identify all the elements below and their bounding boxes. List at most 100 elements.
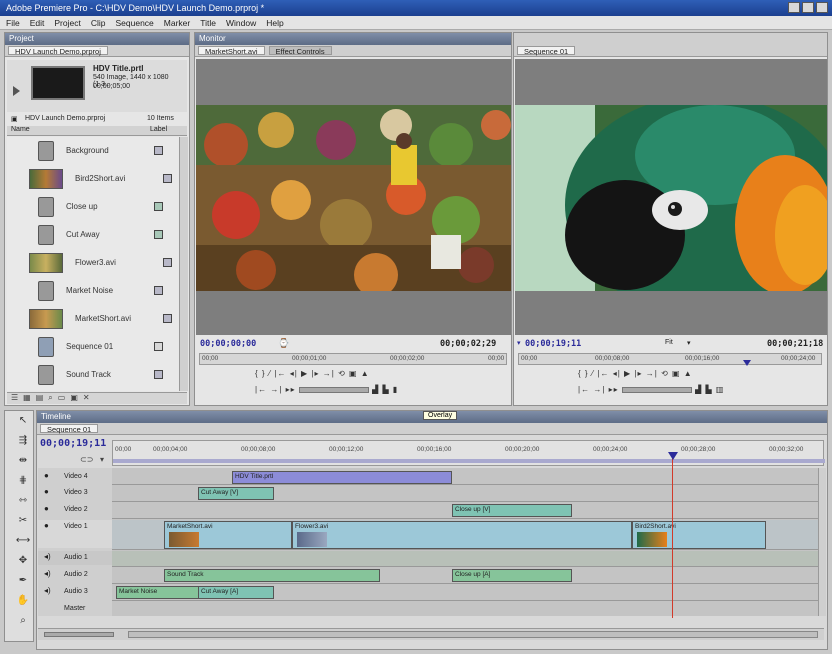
find-icon[interactable]: ⌕ — [48, 393, 57, 402]
output-icon[interactable]: ▲ — [361, 369, 370, 378]
overlay-icon[interactable]: ▙ — [383, 385, 390, 394]
toggle-audio-icon[interactable]: ▮ — [393, 385, 398, 394]
program-current-timecode[interactable]: 00;00;19;11 — [525, 339, 581, 349]
list-item[interactable]: Sequence 01 — [7, 333, 175, 360]
menu-help[interactable]: Help — [266, 18, 283, 28]
list-item[interactable]: Market Noise — [7, 277, 175, 304]
set-marker-icon[interactable]: ▾ — [100, 455, 104, 464]
timeline-clip[interactable]: Bird2Short.avi — [632, 521, 766, 549]
tab-project-file[interactable]: HDV Launch Demo.prproj — [8, 46, 108, 56]
set-in-icon[interactable]: { — [255, 369, 259, 378]
chevron-down-icon[interactable]: ▾ — [687, 339, 691, 347]
timeline-clip[interactable]: Close up [A] — [452, 569, 572, 582]
go-to-prev-edit-icon[interactable]: |← — [578, 385, 590, 394]
timeline-clip[interactable]: Market Noise — [116, 586, 200, 599]
go-to-in-icon[interactable]: |← — [274, 369, 286, 378]
track-lane-video-4[interactable] — [112, 470, 824, 485]
set-marker-icon[interactable]: ⁄ — [592, 369, 594, 378]
automate-icon[interactable]: ▤ — [36, 393, 49, 402]
extract-icon[interactable]: ▙ — [706, 385, 713, 394]
menu-edit[interactable]: Edit — [30, 18, 45, 28]
timeline-clip[interactable]: Close up [V] — [452, 504, 572, 517]
timeline-clip[interactable]: MarketShort.avi — [164, 521, 292, 549]
track-lane-audio-1[interactable] — [112, 551, 824, 567]
timeline-ruler[interactable]: 00;00 00;00;04;00 00;00;08;00 00;00;12;0… — [112, 440, 825, 466]
delete-icon[interactable]: ✕ — [83, 393, 95, 402]
snap-icon[interactable]: ⊂⊃ — [80, 455, 93, 464]
pen-tool-icon[interactable]: ✒ — [15, 575, 31, 591]
menu-file[interactable]: File — [6, 18, 20, 28]
menu-project[interactable]: Project — [54, 18, 80, 28]
timeline-clip[interactable]: Cut Away [V] — [198, 487, 274, 500]
col-name-header[interactable]: Name — [11, 126, 30, 133]
track-lane-master[interactable] — [112, 602, 824, 616]
go-to-in-icon[interactable]: |← — [597, 369, 609, 378]
set-marker-icon[interactable]: ⁄ — [269, 369, 271, 378]
output-icon[interactable]: ▲ — [684, 369, 693, 378]
track-header-master[interactable]: Master — [38, 602, 112, 616]
hand-tool-icon[interactable]: ✋ — [15, 595, 31, 611]
eye-icon[interactable]: ● — [44, 504, 49, 513]
program-time-ruler[interactable]: 00;00 00;00;08;00 00;00;16;00 00;00;24;0… — [518, 353, 822, 366]
playhead-handle-icon[interactable] — [668, 452, 678, 460]
eye-icon[interactable]: ● — [44, 487, 49, 496]
track-header-video-3[interactable]: Video 3 — [38, 486, 112, 500]
list-item[interactable]: Cut Away — [7, 221, 175, 248]
menu-marker[interactable]: Marker — [164, 18, 190, 28]
program-playhead-icon[interactable] — [743, 360, 751, 366]
tab-source-clip[interactable]: MarketShort.avi — [198, 46, 265, 56]
eye-icon[interactable]: ● — [44, 521, 49, 530]
lift-icon[interactable]: ▟ — [695, 385, 702, 394]
play-in-to-out-icon[interactable]: ▸▸ — [286, 385, 296, 394]
set-out-icon[interactable]: } — [262, 369, 266, 378]
timeline-h-scrollbar[interactable] — [128, 631, 818, 638]
timeline-clip[interactable]: Flower3.avi — [292, 521, 632, 549]
timeline-clip[interactable]: Cut Away [A] — [198, 586, 274, 599]
ripple-edit-tool-icon[interactable]: ⇹ — [15, 455, 31, 471]
go-to-prev-icon[interactable]: |← — [255, 385, 267, 394]
play-preview-icon[interactable] — [13, 86, 20, 96]
list-item[interactable]: Close up — [7, 193, 175, 220]
source-time-ruler[interactable]: 00;00 00;00;01;00 00;00;02;00 00;00 — [199, 353, 507, 365]
set-in-icon[interactable]: { — [578, 369, 582, 378]
minimize-button[interactable] — [788, 2, 800, 13]
track-header-video-2[interactable]: Video 2 — [38, 503, 112, 517]
safe-margins-icon[interactable]: ▣ — [349, 369, 358, 378]
menu-title[interactable]: Title — [200, 18, 216, 28]
slide-tool-icon[interactable]: ✥ — [15, 555, 31, 571]
play-in-to-out-icon[interactable]: ▸▸ — [609, 385, 619, 394]
play-icon[interactable]: ▶ — [301, 369, 308, 378]
go-to-out-icon[interactable]: →| — [323, 369, 335, 378]
source-current-timecode[interactable]: 00;00;00;00 — [200, 339, 256, 349]
set-out-icon[interactable]: } — [585, 369, 589, 378]
project-scrollbar[interactable] — [179, 137, 188, 391]
menu-sequence[interactable]: Sequence — [115, 18, 153, 28]
track-header-video-1[interactable]: Video 1 — [38, 520, 112, 548]
list-view-icon[interactable]: ☰ — [11, 393, 23, 402]
tab-effect-controls[interactable]: Effect Controls — [268, 46, 332, 56]
timeline-clip[interactable]: HDV Title.prtl — [232, 471, 452, 484]
zoom-tool-icon[interactable]: ⌕ — [15, 615, 31, 631]
col-label-header[interactable]: Label — [150, 126, 167, 133]
menu-clip[interactable]: Clip — [91, 18, 106, 28]
step-back-icon[interactable]: ◂| — [613, 369, 621, 378]
tab-sequence-01[interactable]: Sequence 01 — [40, 424, 99, 434]
speaker-icon[interactable]: ◂) — [44, 569, 51, 578]
drop-frame-icon[interactable]: ⌚ — [278, 338, 289, 349]
speaker-icon[interactable]: ◂) — [44, 586, 51, 595]
list-item[interactable]: MarketShort.avi — [7, 305, 175, 332]
work-area-bar[interactable] — [113, 459, 825, 463]
menu-window[interactable]: Window — [226, 18, 256, 28]
zoom-fit-dropdown[interactable]: Fit — [665, 339, 673, 346]
slip-tool-icon[interactable]: ⟷ — [15, 535, 31, 551]
track-header-video-4[interactable]: Video 4 — [38, 470, 112, 484]
jog-shuttle-icon[interactable] — [298, 386, 369, 393]
trim-icon[interactable]: ▥ — [716, 385, 725, 394]
play-icon[interactable]: ▶ — [624, 369, 631, 378]
selection-tool-icon[interactable]: ↖ — [15, 415, 31, 431]
loop-icon[interactable]: ⟲ — [661, 369, 669, 378]
timeline-current-timecode[interactable]: 00;00;19;11 — [40, 438, 106, 449]
insert-icon[interactable]: ▟ — [372, 385, 379, 394]
tab-sequence[interactable]: Sequence 01 — [517, 46, 576, 56]
step-back-icon[interactable]: ◂| — [290, 369, 298, 378]
